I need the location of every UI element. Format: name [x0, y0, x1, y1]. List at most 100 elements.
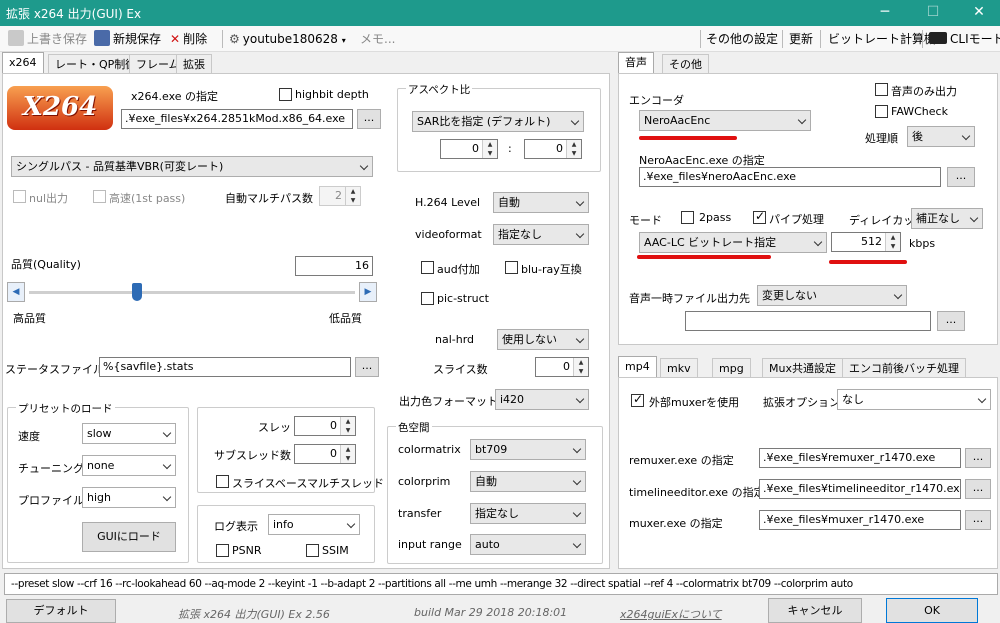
threads-spinner[interactable]: 0	[294, 416, 356, 436]
slices-spinner[interactable]: 0	[535, 357, 589, 377]
fast-first-pass-checkbox[interactable]	[93, 190, 106, 203]
refresh-button[interactable]: 更新	[789, 30, 813, 48]
bitrate-calculator-button[interactable]: ビットレート計算機	[828, 30, 936, 48]
quality-slider-thumb[interactable]	[131, 283, 142, 301]
other-settings-button[interactable]: その他の設定	[706, 30, 778, 48]
stats-file-browse-button[interactable]: ...	[355, 357, 379, 377]
bluray-checkbox[interactable]	[505, 261, 518, 274]
audio-exe-browse-button[interactable]: ...	[947, 167, 975, 187]
order-select[interactable]: 後	[907, 126, 975, 147]
audio-exe-path-input[interactable]: .¥exe_files¥neroAacEnc.exe	[639, 167, 941, 187]
about-link[interactable]: x264guiExについて	[620, 606, 722, 622]
toolbar: 上書き保存 新規保存 ✕ 削除 ⚙ youtube180628 ▾ メモ... その…	[0, 26, 1000, 52]
tune-select[interactable]: none	[82, 455, 176, 476]
encoder-select[interactable]: NeroAacEnc	[639, 110, 811, 131]
tab-mpg[interactable]: mpg	[712, 358, 751, 378]
gui-load-button[interactable]: GUIにロード	[82, 522, 176, 552]
remuxer-path-input[interactable]: .¥exe_files¥remuxer_r1470.exe	[759, 448, 961, 468]
external-muxer-checkbox[interactable]	[631, 392, 644, 407]
close-icon[interactable]: ✕	[956, 0, 1000, 26]
minimize-icon[interactable]: ─	[862, 0, 908, 26]
bitrate-spinner[interactable]: 512	[831, 232, 901, 252]
tab-mkv[interactable]: mkv	[660, 358, 698, 378]
tab-mux-common[interactable]: Mux共通設定	[762, 358, 843, 378]
delete-button[interactable]: ✕ 削除	[170, 30, 207, 48]
videoformat-select[interactable]: 指定なし	[493, 224, 589, 245]
pipe-label: パイプ処理	[769, 213, 824, 226]
slider-right-button[interactable]: ▶	[359, 282, 377, 302]
subthreads-spinner[interactable]: 0	[294, 444, 356, 464]
memo-field[interactable]: メモ...	[360, 30, 395, 48]
fawcheck-checkbox[interactable]	[875, 105, 888, 118]
ssim-checkbox[interactable]	[306, 544, 319, 557]
temp-dir-browse-button[interactable]: ...	[937, 311, 965, 331]
timeline-path-input[interactable]: .¥exe_files¥timelineeditor_r1470.exe	[759, 479, 961, 499]
pipe-checkbox[interactable]	[753, 209, 766, 224]
new-save-label: 新規保存	[113, 32, 162, 46]
highbit-checkbox[interactable]	[279, 88, 292, 101]
tab-extension[interactable]: 拡張	[176, 54, 212, 74]
stats-file-input[interactable]: %{savfile}.stats	[99, 357, 351, 377]
tab-other[interactable]: その他	[662, 54, 709, 74]
auto-multipass-spinner[interactable]: 2	[319, 186, 361, 206]
x264-exe-path-input[interactable]: .¥exe_files¥x264.2851kMod.x86_64.exe	[121, 109, 353, 129]
remuxer-browse-button[interactable]: ...	[965, 448, 991, 468]
cancel-button[interactable]: キャンセル	[768, 598, 862, 623]
encode-mode-select[interactable]: シングルパス - 品質基準VBR(可変レート)	[11, 156, 373, 177]
default-button[interactable]: デフォルト	[6, 599, 116, 623]
overwrite-save-button[interactable]: 上書き保存	[8, 30, 87, 48]
cli-mode-label: CLIモード	[950, 32, 1000, 46]
ext-option-select[interactable]: なし	[837, 389, 991, 410]
colormatrix-select[interactable]: bt709	[470, 439, 586, 460]
profile-select[interactable]: high	[82, 487, 176, 508]
level-select[interactable]: 自動	[493, 192, 589, 213]
slice-mt-checkbox[interactable]	[216, 475, 229, 488]
aspect-y-spinner[interactable]: 0	[524, 139, 582, 159]
tab-audio[interactable]: 音声	[618, 52, 654, 74]
speed-select[interactable]: slow	[82, 423, 176, 444]
colorprim-select[interactable]: 自動	[470, 471, 586, 492]
toolbar-separator	[922, 30, 923, 48]
twopass-checkbox[interactable]	[681, 211, 694, 224]
aspect-mode-select[interactable]: SAR比を指定 (デフォルト)	[412, 111, 584, 132]
csp-select[interactable]: i420	[495, 389, 589, 410]
quality-input[interactable]: 16	[295, 256, 373, 276]
nalhrd-select[interactable]: 使用しない	[497, 329, 589, 350]
x264-exe-browse-button[interactable]: ...	[357, 109, 381, 129]
delay-cut-select[interactable]: 補正なし	[911, 208, 983, 229]
audio-only-checkbox[interactable]	[875, 83, 888, 96]
level-label: H.264 Level	[415, 196, 481, 209]
muxer-browse-button[interactable]: ...	[965, 510, 991, 530]
auto-multipass-label: 自動マルチパス数	[225, 192, 313, 205]
psnr-checkbox[interactable]	[216, 544, 229, 557]
timeline-browse-button[interactable]: ...	[965, 479, 991, 499]
cli-mode-button[interactable]: CLIモード	[929, 30, 1000, 48]
ok-button[interactable]: OK	[886, 598, 978, 623]
temp-dir-select[interactable]: 変更しない	[757, 285, 907, 306]
log-select[interactable]: info	[268, 514, 360, 535]
picstruct-checkbox[interactable]	[421, 292, 434, 305]
nul-output-label: nul出力	[29, 192, 68, 205]
colorspace-group-title: 色空間	[396, 420, 432, 435]
videoformat-label: videoformat	[415, 228, 482, 241]
transfer-select[interactable]: 指定なし	[470, 503, 586, 524]
muxer-label: muxer.exe の指定	[629, 517, 723, 530]
muxer-path-input[interactable]: .¥exe_files¥muxer_r1470.exe	[759, 510, 961, 530]
aspect-group-title: アスペクト比	[406, 82, 473, 97]
nul-output-checkbox[interactable]	[13, 190, 26, 203]
quality-slider-track[interactable]	[29, 291, 355, 294]
save-as-icon	[94, 30, 110, 46]
profile-dropdown[interactable]: ⚙ youtube180628 ▾	[229, 30, 346, 48]
new-save-button[interactable]: 新規保存	[94, 30, 161, 48]
aspect-x-spinner[interactable]: 0	[440, 139, 498, 159]
tab-mp4[interactable]: mp4	[618, 356, 657, 378]
transfer-label: transfer	[398, 507, 442, 520]
slice-mt-label: スライスベースマルチスレッド	[232, 477, 385, 490]
slider-left-button[interactable]: ◀	[7, 282, 25, 302]
tab-batch[interactable]: エンコ前後バッチ処理	[842, 358, 966, 378]
aud-checkbox[interactable]	[421, 261, 434, 274]
audio-mode-select[interactable]: AAC-LC ビットレート指定	[639, 232, 827, 253]
input-range-select[interactable]: auto	[470, 534, 586, 555]
temp-dir-path-input[interactable]	[685, 311, 931, 331]
tab-x264[interactable]: x264	[2, 52, 44, 74]
